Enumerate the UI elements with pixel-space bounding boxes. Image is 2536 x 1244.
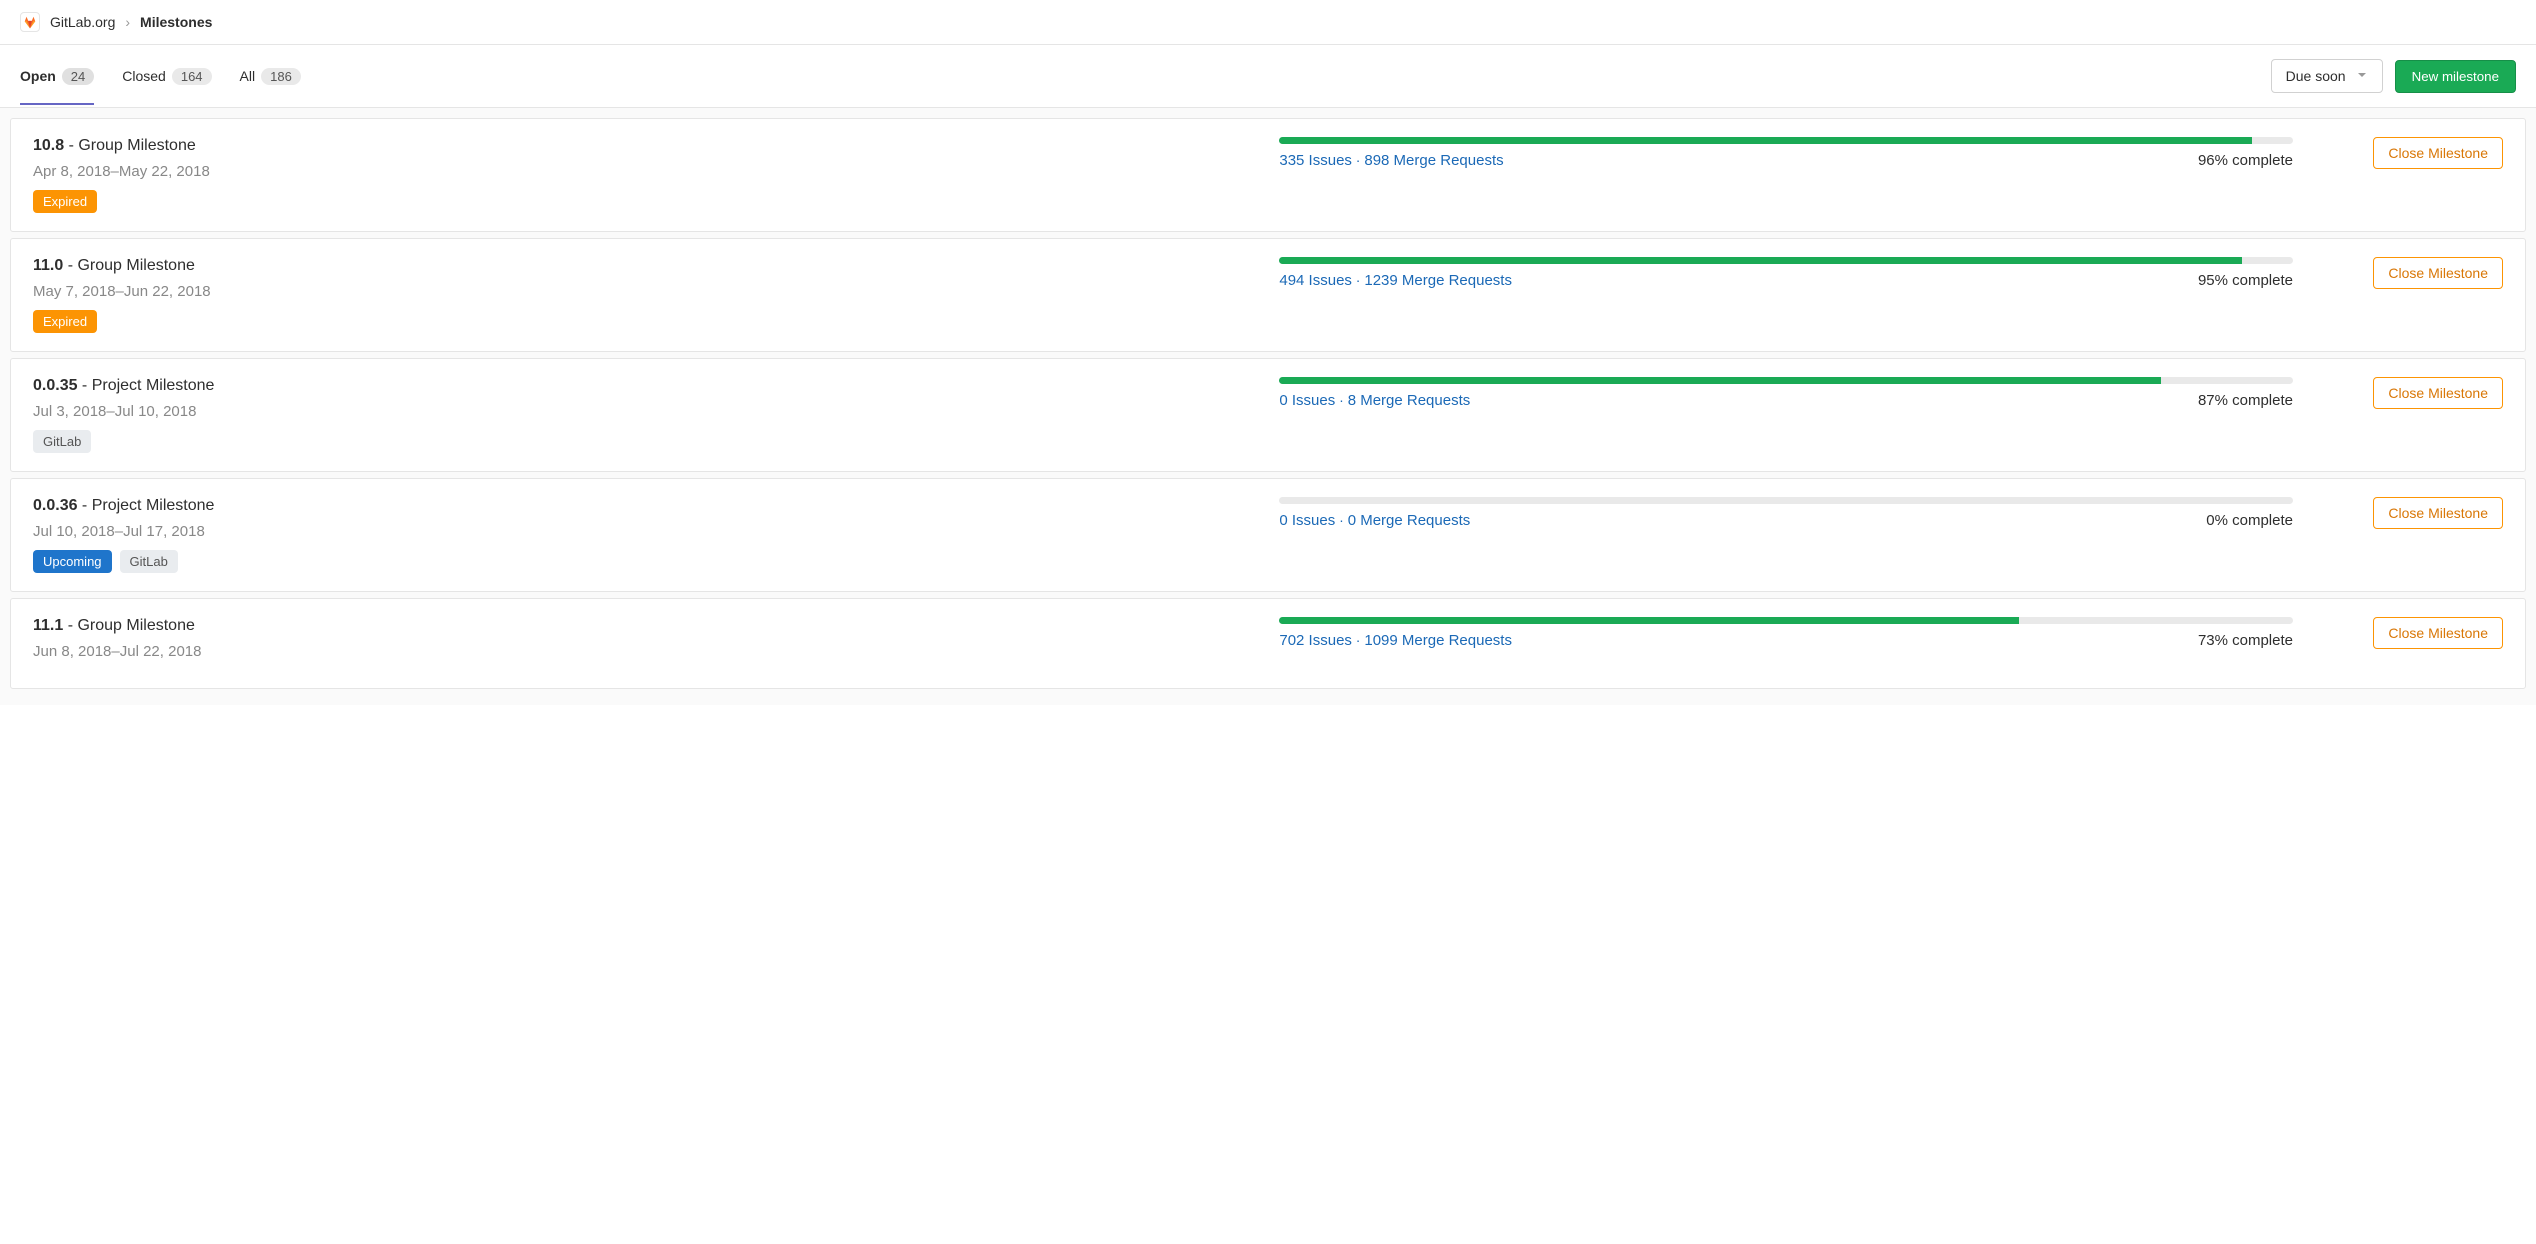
milestone-version: 0.0.36	[33, 497, 77, 514]
percent-complete: 87% complete	[2198, 392, 2293, 409]
expired-badge: Expired	[33, 310, 97, 333]
milestone-scope: Project Milestone	[92, 497, 215, 514]
links-separator: ·	[1335, 512, 1347, 528]
merge-requests-link[interactable]: 1239 Merge Requests	[1364, 272, 1512, 289]
close-milestone-button[interactable]: Close Milestone	[2373, 137, 2503, 169]
expired-badge: Expired	[33, 190, 97, 213]
milestone-title-link[interactable]: 11.1 - Group Milestone	[33, 617, 195, 634]
close-milestone-button[interactable]: Close Milestone	[2373, 257, 2503, 289]
merge-requests-link[interactable]: 898 Merge Requests	[1364, 152, 1503, 169]
tab-closed-count: 164	[172, 68, 212, 85]
milestone-row: 11.1 - Group Milestone Jun 8, 2018–Jul 2…	[10, 598, 2526, 689]
milestone-title-link[interactable]: 11.0 - Group Milestone	[33, 257, 195, 274]
issues-link[interactable]: 0 Issues	[1279, 512, 1335, 529]
milestone-version: 11.1	[33, 617, 63, 634]
links-separator: ·	[1352, 272, 1364, 288]
milestone-row: 0.0.35 - Project Milestone Jul 3, 2018–J…	[10, 358, 2526, 472]
sort-dropdown-label: Due soon	[2286, 68, 2346, 84]
breadcrumb-group[interactable]: GitLab.org	[50, 14, 115, 30]
merge-requests-link[interactable]: 1099 Merge Requests	[1364, 632, 1512, 649]
progress-bar	[1279, 137, 2293, 144]
milestone-scope-sep: -	[77, 377, 91, 394]
close-milestone-button[interactable]: Close Milestone	[2373, 617, 2503, 649]
percent-complete: 73% complete	[2198, 632, 2293, 649]
progress-bar	[1279, 257, 2293, 264]
tab-closed-label: Closed	[122, 68, 166, 84]
milestone-row: 0.0.36 - Project Milestone Jul 10, 2018–…	[10, 478, 2526, 592]
links-separator: ·	[1335, 392, 1347, 408]
milestone-scope: Group Milestone	[77, 617, 194, 634]
chevron-right-icon: ›	[125, 14, 130, 30]
issues-link[interactable]: 702 Issues	[1279, 632, 1352, 649]
milestone-title-link[interactable]: 0.0.35 - Project Milestone	[33, 377, 214, 394]
issues-link[interactable]: 494 Issues	[1279, 272, 1352, 289]
tab-all-count: 186	[261, 68, 301, 85]
new-milestone-button[interactable]: New milestone	[2395, 60, 2516, 93]
milestone-scope: Project Milestone	[92, 377, 215, 394]
breadcrumb: GitLab.org › Milestones	[0, 0, 2536, 45]
progress-fill	[1279, 257, 2242, 264]
merge-requests-link[interactable]: 8 Merge Requests	[1348, 392, 1471, 409]
percent-complete: 95% complete	[2198, 272, 2293, 289]
milestone-scope-sep: -	[64, 137, 78, 154]
sort-dropdown[interactable]: Due soon	[2271, 59, 2383, 93]
milestone-scope-sep: -	[77, 497, 91, 514]
merge-requests-link[interactable]: 0 Merge Requests	[1348, 512, 1471, 529]
issues-link[interactable]: 0 Issues	[1279, 392, 1335, 409]
milestone-version: 10.8	[33, 137, 64, 154]
issues-link[interactable]: 335 Issues	[1279, 152, 1352, 169]
tab-all-label: All	[240, 68, 256, 84]
links-separator: ·	[1352, 152, 1364, 168]
milestone-dates: Jul 3, 2018–Jul 10, 2018	[33, 403, 1249, 420]
milestone-version: 0.0.35	[33, 377, 77, 394]
milestone-dates: May 7, 2018–Jun 22, 2018	[33, 283, 1249, 300]
gitlab-logo-icon	[20, 12, 40, 32]
breadcrumb-current: Milestones	[140, 14, 212, 30]
milestone-scope-sep: -	[63, 257, 77, 274]
links-separator: ·	[1352, 632, 1364, 648]
milestone-dates: Apr 8, 2018–May 22, 2018	[33, 163, 1249, 180]
percent-complete: 96% complete	[2198, 152, 2293, 169]
tab-open-label: Open	[20, 68, 56, 84]
tab-closed[interactable]: Closed 164	[122, 48, 211, 105]
progress-fill	[1279, 137, 2252, 144]
upcoming-badge: Upcoming	[33, 550, 112, 573]
close-milestone-button[interactable]: Close Milestone	[2373, 497, 2503, 529]
milestone-row: 10.8 - Group Milestone Apr 8, 2018–May 2…	[10, 118, 2526, 232]
milestone-list: 10.8 - Group Milestone Apr 8, 2018–May 2…	[0, 108, 2536, 705]
tab-all[interactable]: All 186	[240, 48, 301, 105]
milestone-scope: Group Milestone	[77, 257, 194, 274]
milestone-version: 11.0	[33, 257, 63, 274]
percent-complete: 0% complete	[2206, 512, 2293, 529]
milestone-title-link[interactable]: 0.0.36 - Project Milestone	[33, 497, 214, 514]
milestone-title-link[interactable]: 10.8 - Group Milestone	[33, 137, 196, 154]
chevron-down-icon	[2356, 68, 2368, 84]
tab-open-count: 24	[62, 68, 94, 85]
milestone-scope-sep: -	[63, 617, 77, 634]
project-badge: GitLab	[120, 550, 178, 573]
tab-bar: Open 24 Closed 164 All 186 Due soon New …	[0, 45, 2536, 108]
milestone-scope: Group Milestone	[78, 137, 195, 154]
progress-bar	[1279, 617, 2293, 624]
progress-bar	[1279, 377, 2293, 384]
tab-open[interactable]: Open 24	[20, 48, 94, 105]
milestone-dates: Jul 10, 2018–Jul 17, 2018	[33, 523, 1249, 540]
milestone-row: 11.0 - Group Milestone May 7, 2018–Jun 2…	[10, 238, 2526, 352]
project-badge: GitLab	[33, 430, 91, 453]
milestone-dates: Jun 8, 2018–Jul 22, 2018	[33, 643, 1249, 660]
progress-bar	[1279, 497, 2293, 504]
progress-fill	[1279, 617, 2019, 624]
progress-fill	[1279, 377, 2161, 384]
close-milestone-button[interactable]: Close Milestone	[2373, 377, 2503, 409]
